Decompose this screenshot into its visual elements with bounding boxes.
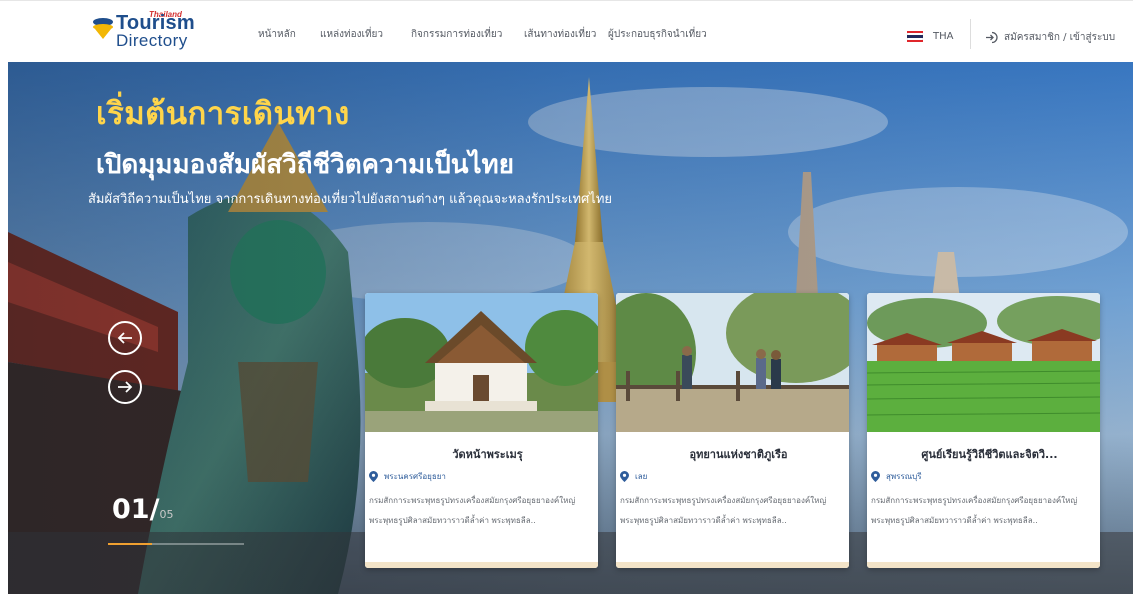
card-location-text: สุพรรณบุรี (886, 472, 922, 481)
hero-title: เริ่มต้นการเดินทาง (96, 96, 350, 132)
tourism-logo-icon (93, 18, 113, 39)
slide-counter-total: 05 (159, 508, 174, 521)
nav-item-home[interactable]: หน้าหลัก (258, 27, 296, 42)
card-title: วัดหน้าพระเมรุ (452, 448, 523, 461)
nav-item-routes[interactable]: เส้นทางท่องเที่ยว (524, 27, 596, 42)
card-bottom-bar (365, 562, 598, 568)
hero-banner: เริ่มต้นการเดินทาง เปิดมุมมองสัมผัสวิถีช… (8, 62, 1133, 594)
card-image-learning-center (867, 293, 1100, 432)
site-header: Thailand Tourism Directory หน้าหลัก แหล่… (0, 0, 1133, 61)
attraction-card[interactable]: วัดหน้าพระเมรุ พระนครศรีอยุธยา กรมสักการ… (365, 293, 598, 568)
slide-counter-separator: / (149, 494, 160, 525)
card-image-phu-ruea (616, 293, 849, 432)
card-description: กรมสักการะพระพุทธรูปทรงเครื่องสมัยกรุงศร… (620, 496, 827, 525)
nav-item-tour-operators[interactable]: ผู้ประกอบธุรกิจนำเที่ยว (608, 27, 707, 42)
card-location-text: เลย (635, 472, 648, 481)
card-bottom-bar (867, 562, 1100, 568)
brand-subname: Directory (116, 31, 188, 50)
slide-counter-current: 01 (112, 494, 150, 525)
slider-prev-button[interactable] (108, 321, 142, 355)
card-description: กรมสักการะพระพุทธรูปทรงเครื่องสมัยกรุงศร… (369, 496, 576, 525)
slide-counter: 01/05 (112, 494, 173, 525)
card-description: กรมสักการะพระพุทธรูปทรงเครื่องสมัยกรุงศร… (871, 496, 1078, 525)
header-divider (970, 19, 971, 49)
thai-flag-icon (907, 31, 923, 42)
slide-progress-track (108, 543, 244, 545)
brand-logo[interactable]: Thailand Tourism Directory (92, 10, 202, 54)
slide-progress-fill (108, 543, 152, 545)
location-pin-icon (369, 471, 378, 482)
nav-item-attractions[interactable]: แหล่งท่องเที่ยว (320, 27, 383, 42)
card-image-wat-na-phra-men (365, 293, 598, 432)
card-location-text: พระนครศรีอยุธยา (384, 472, 446, 481)
arrow-left-icon (117, 332, 132, 344)
card-title: อุทยานแห่งชาติภูเรือ (689, 448, 788, 461)
card-location: สุพรรณบุรี (871, 470, 922, 483)
slider-next-button[interactable] (108, 370, 142, 404)
hero-subtitle: เปิดมุมมองสัมผัสวิถีชีวิตความเป็นไทย (96, 150, 514, 180)
location-pin-icon (871, 471, 880, 482)
language-selector[interactable]: THA (907, 31, 953, 42)
hero-description: สัมผัสวิถีความเป็นไทย จากการเดินทางท่องเ… (88, 192, 613, 207)
arrow-right-icon (118, 381, 133, 393)
login-link[interactable]: สมัครสมาชิก / เข้าสู่ระบบ (985, 30, 1115, 45)
card-location: เลย (620, 470, 647, 483)
location-pin-icon (620, 471, 629, 482)
attraction-card[interactable]: อุทยานแห่งชาติภูเรือ เลย กรมสักการะพระพุ… (616, 293, 849, 568)
card-bottom-bar (616, 562, 849, 568)
attraction-card[interactable]: ศูนย์เรียนรู้วิถีชีวิตและจิตวิ... สุพรรณ… (867, 293, 1100, 568)
login-icon (986, 31, 998, 44)
card-location: พระนครศรีอยุธยา (369, 470, 446, 483)
nav-item-activities[interactable]: กิจกรรมการท่องเที่ยว (411, 27, 502, 42)
login-label: สมัครสมาชิก / เข้าสู่ระบบ (1004, 32, 1116, 43)
card-title: ศูนย์เรียนรู้วิถีชีวิตและจิตวิ... (921, 448, 1058, 461)
language-label: THA (933, 31, 954, 42)
brand-name: Tourism (116, 12, 195, 34)
